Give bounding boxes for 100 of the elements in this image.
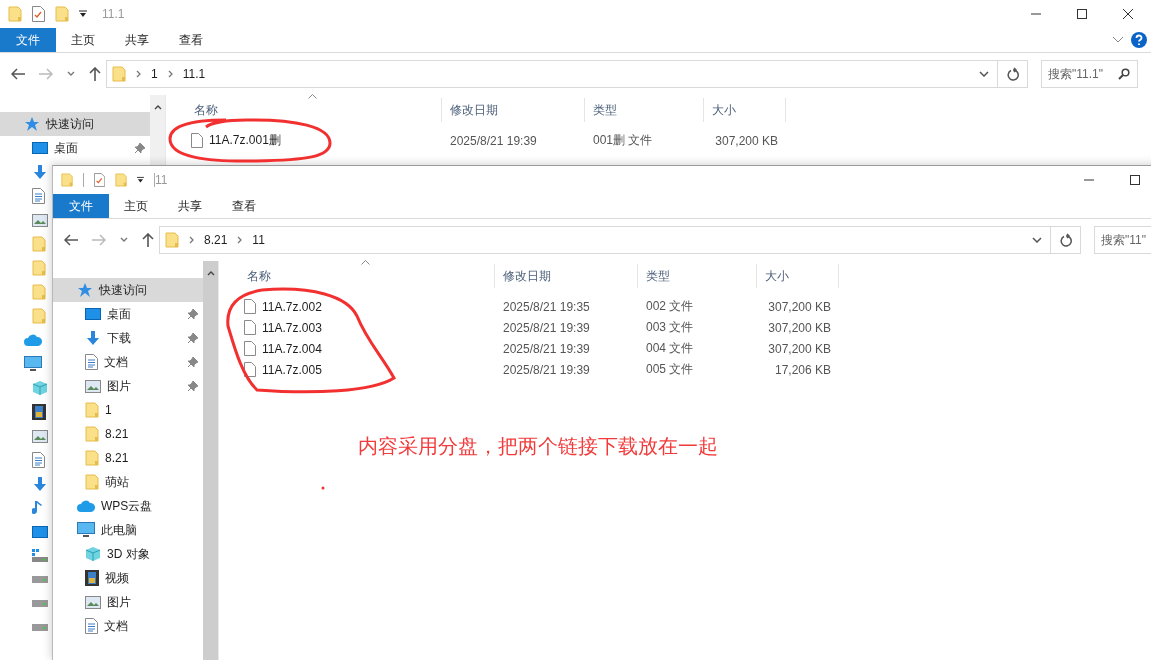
folder-icon (32, 308, 46, 324)
system-drive-icon (32, 549, 48, 563)
breadcrumb[interactable]: 1 (151, 67, 158, 81)
scroll-up-icon[interactable] (153, 105, 162, 110)
dropdown-icon[interactable] (79, 10, 87, 18)
dropdown-chevron-icon[interactable] (979, 71, 989, 77)
folder-icon (61, 172, 74, 188)
sidebar-item[interactable]: 8.21 (53, 446, 203, 470)
ribbon-tab[interactable]: 主页 (109, 194, 163, 218)
size-cell: 307,200 KB (768, 299, 831, 314)
pin-icon (187, 332, 199, 344)
sidebar-item[interactable]: 文档 (53, 614, 203, 638)
sidebar-item[interactable]: 此电脑 (53, 518, 203, 542)
breadcrumb-chevron-icon[interactable] (136, 70, 141, 78)
ribbon-tab[interactable]: 主页 (56, 28, 110, 52)
ribbon-tab[interactable]: 查看 (164, 28, 218, 52)
breadcrumb-chevron-icon[interactable] (167, 70, 173, 78)
column-header[interactable]: 名称 (219, 264, 495, 288)
file-name[interactable]: 11A.7z.005 (262, 362, 322, 377)
file-name[interactable]: 11A.7z.001删 (209, 132, 281, 149)
column-header[interactable]: 修改日期 (442, 98, 585, 122)
sidebar-item[interactable]: 快速访问 (0, 112, 150, 136)
sort-caret-icon (308, 94, 317, 99)
type-cell: 005 文件 (646, 361, 694, 378)
folder-icon (115, 172, 128, 188)
recent-chevron-icon[interactable] (67, 71, 75, 77)
back-arrow-icon[interactable] (11, 68, 25, 80)
address-bar[interactable]: 8.21 11 (159, 226, 1051, 254)
properties-icon[interactable] (32, 6, 45, 22)
sidebar-item[interactable]: 3D 对象 (53, 542, 203, 566)
file-name[interactable]: 11A.7z.004 (262, 341, 322, 356)
pin-icon (187, 380, 199, 392)
file-menu-tab[interactable]: 文件 (53, 194, 109, 218)
search-icon[interactable] (1118, 68, 1130, 80)
type-cell: 003 文件 (646, 319, 694, 336)
minimize-icon (1084, 179, 1094, 181)
document-icon (32, 188, 45, 204)
breadcrumb-chevron-icon[interactable] (189, 236, 194, 244)
size-cell: 17,206 KB (774, 362, 831, 377)
breadcrumb[interactable]: 11 (252, 233, 265, 247)
scroll-up-icon[interactable] (206, 271, 215, 276)
breadcrumb[interactable]: 8.21 (204, 233, 228, 247)
properties-icon[interactable] (93, 172, 106, 188)
chevron-icon[interactable] (1113, 37, 1123, 43)
refresh-button[interactable] (998, 60, 1028, 88)
picture-icon (85, 379, 101, 393)
column-header[interactable]: 大小 (757, 264, 839, 288)
breadcrumb-chevron-icon[interactable] (237, 236, 243, 244)
document-icon (85, 354, 98, 370)
cube-icon (85, 546, 101, 562)
sidebar-item[interactable]: 文档 (53, 350, 203, 374)
file-name[interactable]: 11A.7z.002 (262, 299, 322, 314)
desktop-icon (85, 307, 101, 321)
sidebar-item[interactable]: 下载 (53, 326, 203, 350)
sidebar-item[interactable]: 快速访问 (53, 278, 203, 302)
sidebar-item[interactable]: 图片 (53, 374, 203, 398)
column-header[interactable]: 大小 (704, 98, 786, 122)
search-field[interactable]: 搜索"11.1" (1041, 60, 1138, 88)
drive-icon (32, 576, 48, 584)
sidebar-item[interactable]: 1 (53, 398, 203, 422)
maximize-icon (1077, 9, 1087, 19)
column-header[interactable]: 类型 (585, 98, 704, 122)
sidebar-item[interactable]: 萌站 (53, 470, 203, 494)
dropdown-icon[interactable] (137, 176, 145, 184)
ribbon-tab[interactable]: 共享 (110, 28, 164, 52)
cloud-icon (77, 500, 95, 512)
drive-icon (32, 624, 48, 632)
minimize-icon (1031, 13, 1041, 15)
ribbon-tab[interactable]: 共享 (163, 194, 217, 218)
sidebar-item[interactable]: 视频 (53, 566, 203, 590)
help-icon[interactable] (1131, 32, 1147, 48)
up-arrow-icon[interactable] (142, 233, 154, 247)
type-cell: 001删 文件 (593, 132, 653, 149)
recent-chevron-icon[interactable] (120, 237, 128, 243)
file-icon (244, 341, 256, 356)
column-header[interactable]: 修改日期 (495, 264, 638, 288)
breadcrumb[interactable]: 11.1 (182, 67, 206, 81)
search-field[interactable]: 搜索"11" (1094, 226, 1151, 254)
download-arrow-icon (32, 476, 48, 492)
ribbon-tab[interactable]: 查看 (217, 194, 271, 218)
refresh-button[interactable] (1051, 226, 1081, 254)
sidebar-item[interactable]: 图片 (53, 590, 203, 614)
cloud-icon (24, 334, 42, 346)
sidebar-item[interactable]: 8.21 (53, 422, 203, 446)
up-arrow-icon[interactable] (89, 67, 101, 81)
column-header[interactable]: 名称 (166, 98, 442, 122)
scrollbar[interactable] (150, 95, 166, 165)
back-arrow-icon[interactable] (64, 234, 78, 246)
address-bar[interactable]: 1 11.1 (106, 60, 998, 88)
scrollbar[interactable] (203, 261, 219, 660)
column-header[interactable]: 类型 (638, 264, 757, 288)
sidebar-item[interactable]: 桌面 (53, 302, 203, 326)
sidebar-item[interactable]: WPS云盘 (53, 494, 203, 518)
sidebar-item[interactable]: 桌面 (0, 136, 150, 160)
file-menu-tab[interactable]: 文件 (0, 28, 56, 52)
pin-icon (187, 308, 199, 320)
dropdown-chevron-icon[interactable] (1032, 237, 1042, 243)
folder-icon (55, 6, 69, 22)
file-name[interactable]: 11A.7z.003 (262, 320, 322, 335)
date-cell: 2025/8/21 19:39 (503, 341, 590, 356)
